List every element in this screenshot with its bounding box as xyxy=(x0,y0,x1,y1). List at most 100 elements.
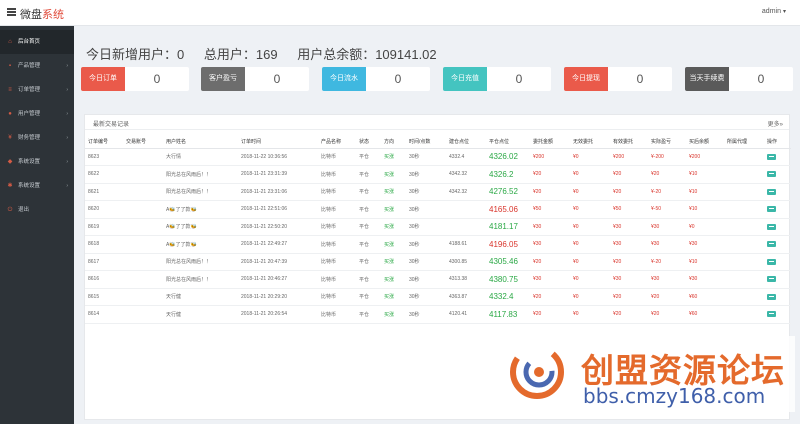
table-cell: 买涨 xyxy=(381,165,406,184)
table-cell: 2018-11-21 20:29:20 xyxy=(238,288,318,306)
table-cell: 30秒 xyxy=(406,200,446,219)
view-details-button[interactable] xyxy=(767,293,776,300)
table-cell: 平仓 xyxy=(356,200,381,219)
cell-action xyxy=(764,288,791,306)
cell-action xyxy=(764,183,791,201)
table-cell: 天行健 xyxy=(163,305,238,324)
column-header: 状态 xyxy=(356,135,381,149)
table-cell: ¥0 xyxy=(570,218,610,236)
view-details-button[interactable] xyxy=(767,188,776,195)
table-cell xyxy=(724,148,764,166)
cell-action xyxy=(764,305,791,324)
card-today-fee: 当天手续费 0 xyxy=(685,67,793,91)
table-cell xyxy=(446,200,486,219)
column-header: 订单时间 xyxy=(238,135,318,149)
view-details-button[interactable] xyxy=(767,241,776,248)
table-cell: 4117.83 xyxy=(486,305,530,324)
cell-action xyxy=(764,148,791,166)
sidebar-item-orders[interactable]: ≡ 订单管理 › xyxy=(0,78,74,102)
table-cell: ¥0 xyxy=(570,288,610,306)
table-cell: 比特币 xyxy=(318,148,356,166)
sidebar-item-label: 产品管理 xyxy=(18,63,41,69)
cell-action xyxy=(764,270,791,289)
view-details-button[interactable] xyxy=(767,171,776,178)
trades-table: 订单编号 交易账号 用户姓名 订单时间 产品名称 状态 方向 时间/点数 建仓点位 平仓点位 委托金… xyxy=(85,135,791,324)
card-today-deposit: 今日充值 0 xyxy=(443,67,551,91)
sidebar-item-label: 后台首页 xyxy=(18,39,41,45)
table-cell: 8616 xyxy=(85,270,123,289)
table-cell: 30秒 xyxy=(406,218,446,236)
sidebar-item-logout[interactable]: ⏻ 退出 xyxy=(0,198,74,222)
card-value: 0 xyxy=(515,72,523,86)
table-cell xyxy=(123,235,163,254)
table-row: 8616 阳光总在风雨后！！ 2018-11-21 20:46:27 比特币 平仓 买涨 3… xyxy=(85,270,791,289)
table-cell: 8623 xyxy=(85,148,123,166)
view-details-button[interactable] xyxy=(767,258,776,265)
table-row: 8618 A🐝了了款🐝 2018-11-21 22:49:27 比特币 平仓 买涨 30秒 4… xyxy=(85,235,791,254)
sidebar-item-finance[interactable]: ¥ 财务管理 › xyxy=(0,126,74,150)
cell-action xyxy=(764,235,791,254)
sidebar-item-settings[interactable]: ◆ 系统设置 › xyxy=(0,150,74,174)
cell-action xyxy=(764,165,791,184)
sidebar-item-users[interactable]: ● 用户管理 › xyxy=(0,102,74,126)
list-icon: ≡ xyxy=(8,87,12,93)
table-cell: 8620 xyxy=(85,200,123,219)
view-details-button[interactable] xyxy=(767,153,776,160)
table-cell: 4342.32 xyxy=(446,165,486,184)
card-value: 0 xyxy=(394,72,402,86)
table-cell: 比特币 xyxy=(318,200,356,219)
table-cell: ¥60 xyxy=(686,288,724,306)
table-cell: 比特币 xyxy=(318,218,356,236)
table-header-row: 订单编号 交易账号 用户姓名 订单时间 产品名称 状态 方向 时间/点数 建仓点位 平仓点位 委托金… xyxy=(85,135,791,149)
sidebar-item-home[interactable]: ⌂ 后台首页 xyxy=(0,30,74,54)
table-cell xyxy=(123,165,163,184)
column-header: 买后余额 xyxy=(686,135,724,149)
sidebar-item-products[interactable]: ▪ 产品管理 › xyxy=(0,54,74,78)
card-value: 0 xyxy=(636,72,644,86)
admin-menu[interactable]: admin ▾ xyxy=(762,8,786,15)
table-cell: 4342.32 xyxy=(446,183,486,201)
table-cell: ¥20 xyxy=(610,288,648,306)
table-cell: 买涨 xyxy=(381,148,406,166)
table-cell: ¥-20 xyxy=(648,253,686,271)
table-cell xyxy=(724,305,764,324)
column-header: 订单编号 xyxy=(85,135,123,149)
column-header: 有效委托 xyxy=(610,135,648,149)
table-cell: 平仓 xyxy=(356,288,381,306)
sidebar-item-system[interactable]: ✱ 系统设置 › xyxy=(0,174,74,198)
sidebar-item-label: 系统设置 xyxy=(18,159,41,165)
sidebar-item-label: 系统设置 xyxy=(18,183,41,189)
chevron-right-icon: › xyxy=(66,135,68,141)
view-details-button[interactable] xyxy=(767,223,776,230)
sidebar: ⌂ 后台首页 ▪ 产品管理 › ≡ 订单管理 › ● 用户管理 › ¥ 财务管理… xyxy=(0,26,74,424)
view-details-button[interactable] xyxy=(767,206,776,213)
card-label: 客户盈亏 xyxy=(201,67,245,91)
table-body: 8623 大行情 2018-11-22 10:36:56 比特币 平仓 买涨 30秒 4332… xyxy=(85,148,791,324)
table-cell: 比特币 xyxy=(318,288,356,306)
column-header: 时间/点数 xyxy=(406,135,446,149)
table-cell: 4380.75 xyxy=(486,270,530,289)
table-cell: 30秒 xyxy=(406,183,446,201)
more-link[interactable]: 更多» xyxy=(768,119,783,128)
table-cell xyxy=(123,305,163,324)
table-cell: 比特币 xyxy=(318,235,356,254)
card-value: 0 xyxy=(757,72,765,86)
table-cell: 2018-11-21 20:47:39 xyxy=(238,253,318,271)
table-cell: ¥50 xyxy=(530,200,570,219)
table-cell: ¥-50 xyxy=(648,200,686,219)
menu-toggle-icon[interactable] xyxy=(7,8,16,16)
sidebar-item-label: 用户管理 xyxy=(18,111,41,117)
column-header: 用户姓名 xyxy=(163,135,238,149)
table-row: 8614 天行健 2018-11-21 20:26:54 比特币 平仓 买涨 30秒 4120… xyxy=(85,305,791,324)
chevron-right-icon: › xyxy=(66,111,68,117)
table-cell: 阳光总在风雨后！！ xyxy=(163,165,238,184)
table-cell: ¥20 xyxy=(530,305,570,324)
table-cell: ¥60 xyxy=(686,305,724,324)
table-cell: 2018-11-21 22:49:27 xyxy=(238,235,318,254)
card-value: 0 xyxy=(273,72,281,86)
view-details-button[interactable] xyxy=(767,311,776,318)
view-details-button[interactable] xyxy=(767,276,776,283)
cell-action xyxy=(764,218,791,236)
table-cell: ¥200 xyxy=(530,148,570,166)
column-header: 操作 xyxy=(764,135,791,149)
